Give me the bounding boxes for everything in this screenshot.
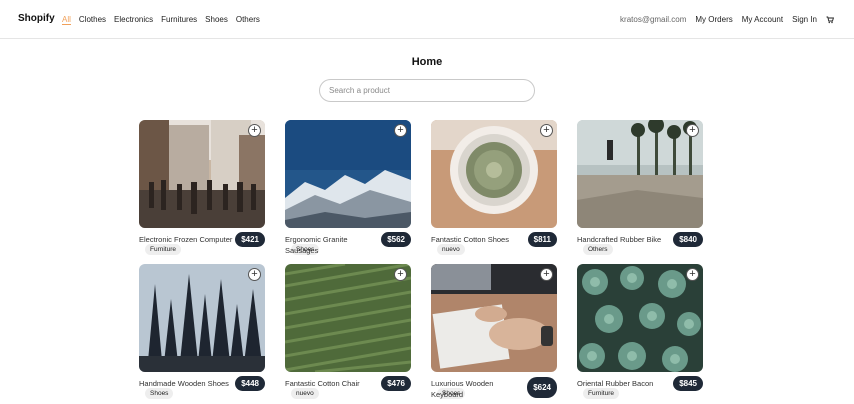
page-title: Home (411, 56, 443, 68)
product-image[interactable] (139, 120, 265, 228)
product-image[interactable] (577, 120, 703, 228)
product-name: Handmade Wooden Shoes (139, 379, 229, 388)
category-nav: All Clothes Electronics Furnitures Shoes… (62, 15, 260, 25)
product-name: Oriental Rubber Bacon (577, 379, 654, 388)
add-to-cart-button[interactable]: + (686, 268, 699, 281)
product-price: $845 (673, 376, 703, 391)
add-to-cart-button[interactable]: + (394, 268, 407, 281)
category-all[interactable]: All (62, 15, 71, 25)
category-shoes[interactable]: Shoes (205, 15, 228, 25)
shopping-cart-icon[interactable] (826, 16, 834, 24)
product-name: Electronic Frozen Computer (139, 235, 233, 244)
product-name: Luxurious Wooden Keyboard (431, 379, 494, 399)
product-price: $840 (673, 232, 703, 247)
product-card[interactable]: + nuevo Fantastic Cotton Chair $476 (285, 264, 411, 404)
category-clothes[interactable]: Clothes (79, 15, 106, 25)
my-account-link[interactable]: My Account (742, 15, 783, 24)
product-image[interactable] (431, 120, 557, 228)
product-card[interactable]: + Shoes Luxurious Wooden Keyboard $624 (431, 264, 557, 404)
add-to-cart-button[interactable]: + (686, 124, 699, 137)
add-to-cart-button[interactable]: + (394, 124, 407, 137)
product-name: Handcrafted Rubber Bike (577, 235, 662, 244)
category-badge: Shoes (145, 388, 174, 399)
product-image[interactable] (285, 264, 411, 372)
sign-in-link[interactable]: Sign In (792, 15, 817, 24)
category-badge: nuevo (437, 244, 465, 255)
product-image[interactable] (139, 264, 265, 372)
product-card[interactable]: + Furniture Electronic Frozen Computer $… (139, 120, 265, 260)
category-badge: Others (583, 244, 613, 255)
category-others[interactable]: Others (236, 15, 260, 25)
product-price: $476 (381, 376, 411, 391)
product-card[interactable]: + Furniture Oriental Rubber Bacon $845 (577, 264, 703, 404)
product-price: $624 (527, 377, 557, 398)
brand-logo[interactable]: Shopify (18, 13, 55, 24)
category-furnitures[interactable]: Furnitures (161, 15, 197, 25)
product-name: Fantastic Cotton Shoes (431, 235, 509, 244)
product-name: Fantastic Cotton Chair (285, 379, 360, 388)
product-price: $421 (235, 232, 265, 247)
add-to-cart-button[interactable]: + (540, 268, 553, 281)
add-to-cart-button[interactable]: + (248, 124, 261, 137)
product-card[interactable]: + Shoes Ergonomic Granite Sausages $562 (285, 120, 411, 260)
add-to-cart-button[interactable]: + (248, 268, 261, 281)
product-card[interactable]: + nuevo Fantastic Cotton Shoes $811 (431, 120, 557, 260)
product-card[interactable]: + Shoes Handmade Wooden Shoes $448 (139, 264, 265, 404)
category-badge: Furniture (583, 388, 620, 399)
search-input[interactable] (319, 79, 535, 102)
product-image[interactable] (431, 264, 557, 372)
product-price: $811 (527, 232, 557, 247)
category-badge: Furniture (145, 244, 182, 255)
product-image[interactable] (577, 264, 703, 372)
add-to-cart-button[interactable]: + (540, 124, 553, 137)
navbar: Shopify All Clothes Electronics Furnitur… (0, 0, 854, 39)
product-price: $448 (235, 376, 265, 391)
my-orders-link[interactable]: My Orders (695, 15, 732, 24)
user-email: kratos@gmail.com (620, 15, 687, 24)
product-name: Ergonomic Granite Sausages (285, 235, 348, 255)
product-price: $562 (381, 232, 411, 247)
product-image[interactable] (285, 120, 411, 228)
category-badge: nuevo (291, 388, 319, 399)
category-electronics[interactable]: Electronics (114, 15, 153, 25)
product-card[interactable]: + Others Handcrafted Rubber Bike $840 (577, 120, 703, 260)
account-nav: kratos@gmail.com My Orders My Account Si… (620, 15, 834, 24)
